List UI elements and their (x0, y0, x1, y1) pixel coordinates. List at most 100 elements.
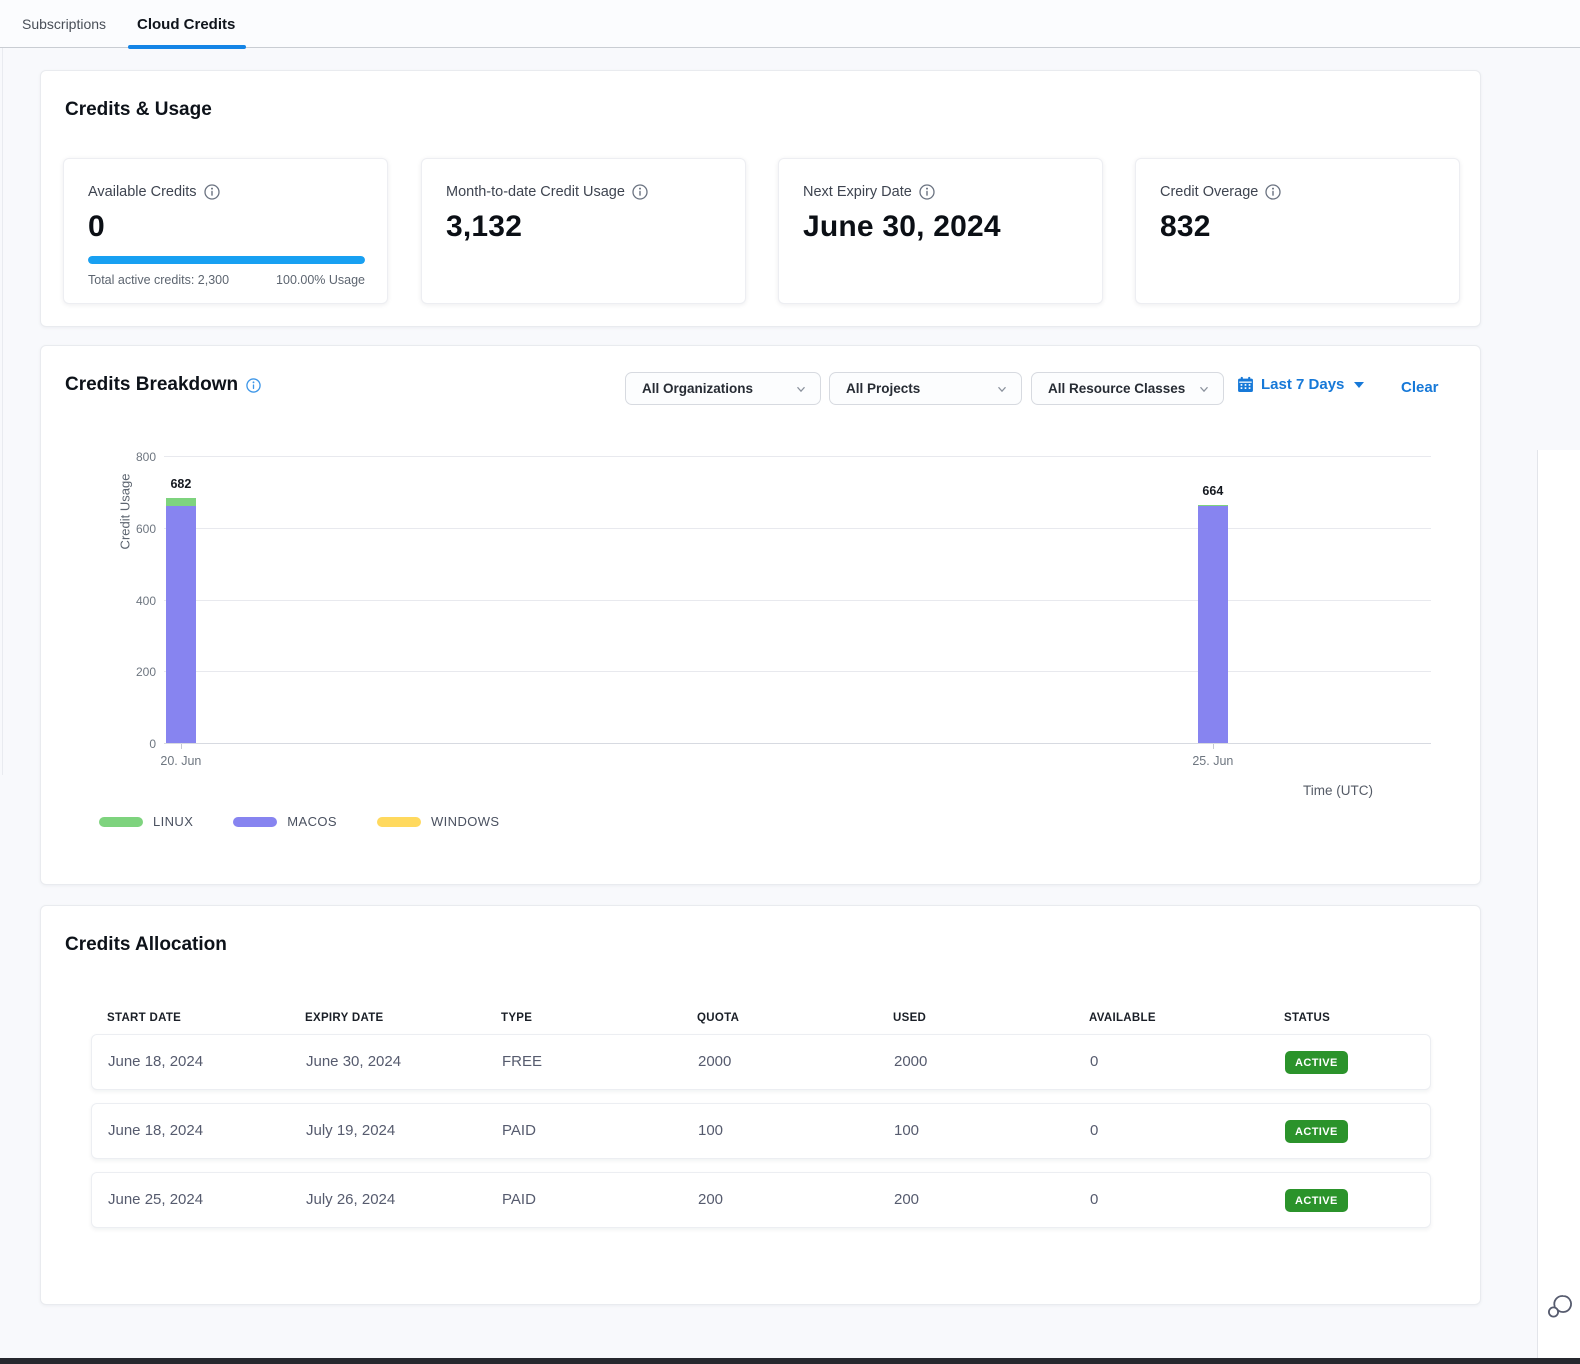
credits-usage-title: Credits & Usage (65, 99, 212, 121)
right-gutter-panel (1537, 450, 1580, 1358)
linux-label: LINUX (153, 814, 193, 829)
y-axis-ticks: 0200400600800 (116, 457, 156, 744)
cell-available: 0 (1090, 1053, 1098, 1070)
x-axis-title: Time (UTC) (1303, 783, 1373, 798)
macos-label: MACOS (287, 814, 337, 829)
cell-start-date: June 18, 2024 (108, 1053, 203, 1070)
cell-used: 2000 (894, 1053, 927, 1070)
credits-allocation-title: Credits Allocation (65, 934, 227, 956)
cell-status: ACTIVE (1285, 1051, 1348, 1074)
cell-start-date: June 25, 2024 (108, 1191, 203, 1208)
left-gutter-divider (2, 48, 3, 775)
table-row: June 18, 2024 July 19, 2024 PAID 100 100… (91, 1103, 1431, 1159)
next-expiry-value: June 30, 2024 (803, 210, 1078, 244)
cell-used: 200 (894, 1191, 919, 1208)
mtd-usage-card: Month-to-date Credit Usage 3,132 (421, 158, 746, 304)
credits-breakdown-section: Credits Breakdown All Organizations All … (40, 345, 1481, 885)
mtd-usage-label: Month-to-date Credit Usage (446, 184, 625, 200)
x-tick-mark (181, 744, 182, 749)
tab-subscriptions[interactable]: Subscriptions (22, 0, 106, 48)
cloud-credits-page: Subscriptions Cloud Credits Credits & Us… (0, 0, 1580, 1364)
table-header-row: START DATE EXPIRY DATE TYPE QUOTA USED A… (91, 1006, 1431, 1034)
cell-quota: 100 (698, 1122, 723, 1139)
info-icon[interactable] (632, 184, 648, 200)
legend-item-macos[interactable]: MACOS (233, 814, 337, 829)
col-used: USED (893, 1012, 926, 1024)
cell-start-date: June 18, 2024 (108, 1122, 203, 1139)
info-icon[interactable] (1265, 184, 1281, 200)
linux-segment (166, 498, 196, 506)
cell-expiry-date: June 30, 2024 (306, 1053, 401, 1070)
macos-swatch (233, 817, 277, 827)
available-credits-card: Available Credits 0 Total active credits… (63, 158, 388, 304)
next-expiry-card: Next Expiry Date June 30, 2024 (778, 158, 1103, 304)
cell-expiry-date: July 19, 2024 (306, 1122, 395, 1139)
credit-overage-label: Credit Overage (1160, 184, 1258, 200)
linux-swatch (99, 817, 143, 827)
windows-swatch (377, 817, 421, 827)
table-row: June 18, 2024 June 30, 2024 FREE 2000 20… (91, 1034, 1431, 1090)
macos-segment (166, 506, 196, 743)
x-tick-label: 25. Jun (1192, 754, 1233, 768)
y-tick-label: 200 (136, 665, 156, 679)
windows-label: WINDOWS (431, 814, 500, 829)
grid-line (164, 600, 1431, 601)
cell-quota: 200 (698, 1191, 723, 1208)
status-badge: ACTIVE (1285, 1120, 1348, 1143)
info-icon[interactable] (204, 184, 220, 200)
credits-progress-bar (88, 256, 365, 264)
col-available: AVAILABLE (1089, 1012, 1156, 1024)
cell-available: 0 (1090, 1122, 1098, 1139)
x-axis-line (164, 743, 1431, 744)
col-quota: QUOTA (697, 1012, 739, 1024)
active-tab-indicator (128, 45, 246, 49)
y-tick-label: 800 (136, 450, 156, 464)
legend-item-windows[interactable]: WINDOWS (377, 814, 500, 829)
grid-line (164, 528, 1431, 529)
usage-percent: 100.00% Usage (276, 273, 365, 287)
legend-item-linux[interactable]: LINUX (99, 814, 193, 829)
info-icon[interactable] (919, 184, 935, 200)
y-tick-label: 400 (136, 594, 156, 608)
chart-plot: 68220. Jun66425. Jun (164, 457, 1431, 744)
cell-status: ACTIVE (1285, 1189, 1348, 1212)
total-active-credits: Total active credits: 2,300 (88, 273, 229, 287)
mtd-usage-value: 3,132 (446, 210, 721, 244)
next-expiry-label: Next Expiry Date (803, 184, 912, 200)
tab-subscriptions-label: Subscriptions (22, 16, 106, 32)
x-tick-mark (1213, 744, 1214, 749)
bar-25-jun[interactable] (1198, 505, 1228, 743)
table-row: June 25, 2024 July 26, 2024 PAID 200 200… (91, 1172, 1431, 1228)
credit-usage-chart: Credit Usage 0200400600800 68220. Jun664… (41, 346, 1482, 886)
cell-type: PAID (502, 1191, 536, 1208)
x-tick-label: 20. Jun (160, 754, 201, 768)
credits-allocation-table: START DATE EXPIRY DATE TYPE QUOTA USED A… (91, 1006, 1431, 1241)
bar-20-jun[interactable] (166, 498, 196, 743)
grid-line (164, 671, 1431, 672)
credit-overage-value: 832 (1160, 210, 1435, 244)
credits-progress-fill (88, 256, 365, 264)
tab-bar: Subscriptions Cloud Credits (0, 0, 1580, 48)
bar-value-label: 664 (1202, 484, 1223, 498)
credits-usage-section: Credits & Usage Available Credits 0 Tota… (40, 70, 1481, 327)
col-expiry-date: EXPIRY DATE (305, 1012, 384, 1024)
available-credits-value: 0 (88, 210, 363, 244)
available-credits-label: Available Credits (88, 184, 197, 200)
cell-type: PAID (502, 1122, 536, 1139)
col-start-date: START DATE (107, 1012, 181, 1024)
status-badge: ACTIVE (1285, 1189, 1348, 1212)
cell-available: 0 (1090, 1191, 1098, 1208)
macos-segment (1198, 506, 1228, 743)
tab-cloud-credits[interactable]: Cloud Credits (137, 0, 235, 48)
credit-overage-card: Credit Overage 832 (1135, 158, 1460, 304)
grid-line (164, 456, 1431, 457)
col-status: STATUS (1284, 1012, 1330, 1024)
window-bottom-edge (0, 1358, 1580, 1364)
cell-expiry-date: July 26, 2024 (306, 1191, 395, 1208)
status-badge: ACTIVE (1285, 1051, 1348, 1074)
y-tick-label: 0 (149, 737, 156, 751)
cell-type: FREE (502, 1053, 542, 1070)
tab-cloud-credits-label: Cloud Credits (137, 16, 235, 33)
chat-support-icon[interactable] (1543, 1290, 1575, 1322)
bar-value-label: 682 (170, 477, 191, 491)
